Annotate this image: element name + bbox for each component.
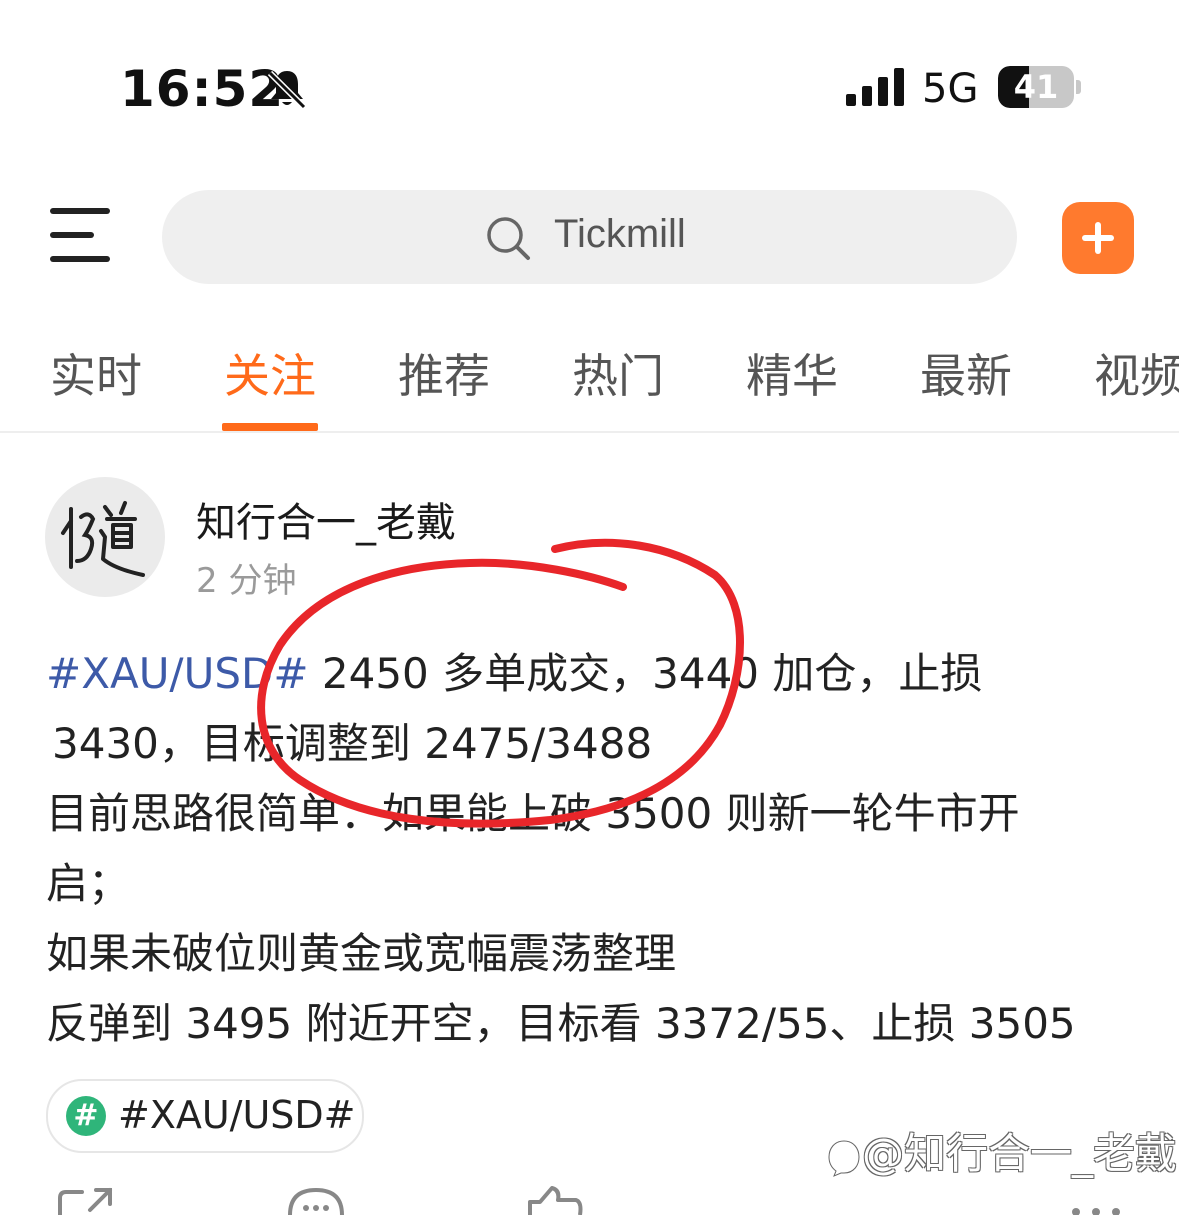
battery-indicator: 41 [998,66,1074,108]
hashtag-icon: # [66,1096,106,1136]
topic-tag-chip[interactable]: # #XAU/USD# [46,1079,364,1153]
battery-percent: 41 [1013,68,1059,106]
add-post-button[interactable] [1062,202,1134,274]
search-icon [487,217,530,260]
menu-icon[interactable] [50,206,112,266]
search-bar[interactable]: Tickmill [162,190,1017,284]
status-time: 16:52 [120,60,285,118]
post-line-1-text: 2450 多单成交，3440 加仓，止损 [308,649,983,698]
post-line-3: 目前思路很简单：如果能上破 3500 则新一轮牛市开 [46,789,1020,838]
add-icon [1082,222,1114,254]
watermark-text: @知行合一_老戴 [862,1129,1178,1178]
post-hashtag-link[interactable]: #XAU/USD# [46,649,309,698]
avatar-calligraphy-logo [61,501,145,577]
post-time: 2 分钟 [196,561,297,601]
author-name[interactable]: 知行合一_老戴 [196,490,456,548]
tab-divider [0,431,1179,433]
post-line-5: 如果未破位则黄金或宽幅震荡整理 [46,929,677,978]
post-line-6: 反弹到 3495 附近开空，目标看 3372/55、止损 3505 [46,999,1076,1048]
tab-latest[interactable]: 最新 [920,340,1012,406]
tab-video[interactable]: 视频 [1094,340,1179,406]
tab-hot[interactable]: 热门 [572,340,664,406]
tab-recommended[interactable]: 推荐 [398,340,490,406]
watermark: @知行合一_老戴 [826,1120,1177,1181]
more-icon[interactable] [1066,1186,1126,1215]
post-line-2: 3430，目标调整到 2475/3488 [52,719,653,768]
tab-realtime[interactable]: 实时 [50,340,142,406]
topic-tag-label: #XAU/USD# [118,1093,356,1137]
bell-muted-icon [267,70,307,109]
battery-tip [1076,80,1081,94]
network-label: 5G [922,66,979,112]
like-icon[interactable] [524,1186,584,1215]
signal-icon [846,68,904,106]
active-tab-indicator [222,423,318,431]
zhihu-logo-icon [827,1138,861,1177]
comment-icon[interactable] [286,1186,346,1215]
avatar[interactable] [45,477,165,597]
search-placeholder: Tickmill [554,212,686,256]
post-line-1: #XAU/USD# 2450 多单成交，3440 加仓，止损 [46,640,982,701]
share-icon[interactable] [56,1186,116,1215]
post-line-4: 启； [46,859,131,908]
tab-following[interactable]: 关注 [224,340,316,406]
tab-featured[interactable]: 精华 [746,340,838,406]
